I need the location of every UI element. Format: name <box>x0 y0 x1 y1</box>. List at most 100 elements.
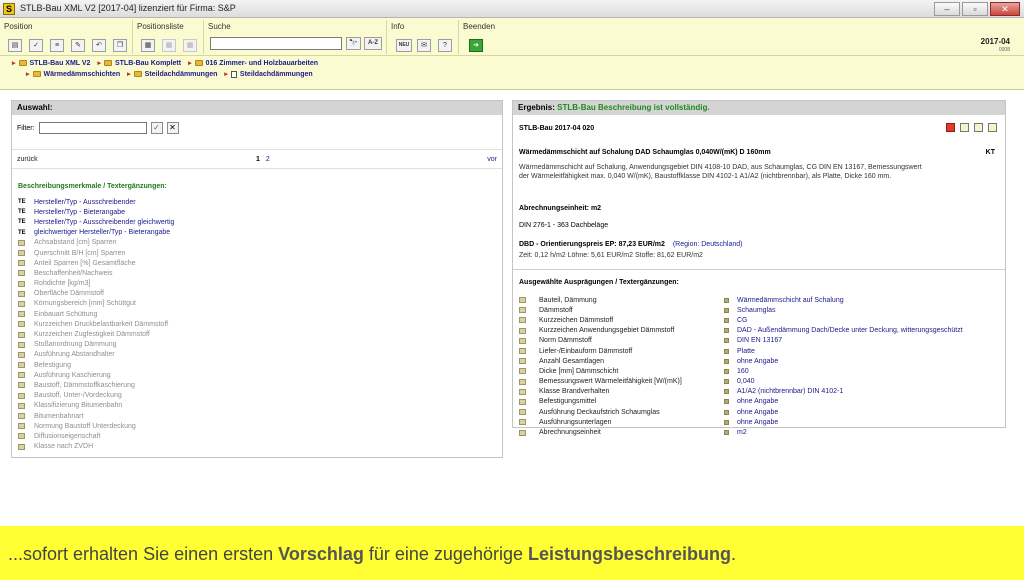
attribute-item[interactable]: Klasse nach ZVDH <box>18 442 498 452</box>
selected-value[interactable]: ohne Angabe <box>737 419 778 426</box>
binoculars-icon[interactable]: 🔭 <box>346 37 361 50</box>
next-link[interactable]: vor <box>487 156 497 163</box>
attribute-tag: TE <box>18 219 26 226</box>
attribute-item[interactable]: Klassifizierung Bitumenbahn <box>18 401 498 411</box>
list-copy-icon[interactable]: ▦ <box>162 39 176 52</box>
copy-icon[interactable]: ❐ <box>113 39 127 52</box>
attribute-item[interactable]: Baustoff, Dämmstoffkaschierung <box>18 380 498 390</box>
breadcrumb-item[interactable]: Wärmedämmschichten <box>44 71 121 78</box>
minimize-button[interactable]: – <box>934 2 960 16</box>
edit-value-icon[interactable] <box>519 429 526 436</box>
selected-value[interactable]: m2 <box>737 429 747 436</box>
undo-icon[interactable]: ↶ <box>92 39 106 52</box>
attribute-item[interactable]: Bitumenbahnart <box>18 411 498 421</box>
page-link[interactable]: 2 <box>266 156 270 163</box>
selected-value[interactable]: Platte <box>737 348 755 355</box>
selected-value[interactable]: 160 <box>737 368 749 375</box>
attribute-item[interactable]: Baustoff, Unter-/Vordeckung <box>18 391 498 401</box>
check-icon[interactable]: ✓ <box>29 39 43 52</box>
edit-value-icon[interactable] <box>519 368 526 375</box>
edit-value-icon[interactable] <box>519 378 526 385</box>
selected-value[interactable]: ohne Angabe <box>737 398 778 405</box>
edit-value-icon[interactable] <box>519 419 526 426</box>
edit-value-icon[interactable] <box>519 317 526 324</box>
attribute-item[interactable]: Ausführung Kaschierung <box>18 370 498 380</box>
attribute-item[interactable]: Rohdichte [kg/m3] <box>18 279 498 289</box>
breadcrumb-item[interactable]: STLB-Bau XML V2 <box>30 60 91 67</box>
attribute-item[interactable]: Anteil Sparren [%] Gesamtfläche <box>18 258 498 268</box>
maximize-button[interactable]: ▫ <box>962 2 988 16</box>
copy-text-icon[interactable] <box>974 123 983 132</box>
edit-value-icon[interactable] <box>519 337 526 344</box>
exit-icon[interactable]: ➜ <box>469 39 483 52</box>
edit-value-icon[interactable] <box>519 398 526 405</box>
help-icon[interactable]: ? <box>438 39 452 52</box>
mail-icon[interactable] <box>988 123 997 132</box>
selected-key: Kurzzeichen Dämmstoff <box>539 316 614 324</box>
selected-value[interactable]: 0,040 <box>737 378 755 385</box>
filter-input[interactable] <box>38 122 147 134</box>
attribute-item[interactable]: Ausführung Abstandhalter <box>18 350 498 360</box>
selected-value[interactable]: DIN EN 13167 <box>737 337 782 344</box>
edit-icon[interactable]: ✎ <box>71 39 85 52</box>
selected-value[interactable]: A1/A2 (nichtbrennbar) DIN 4102-1 <box>737 388 843 395</box>
edit-value-icon[interactable] <box>519 348 526 355</box>
attribute-item[interactable]: Normung Baustoff Unterdeckung <box>18 421 498 431</box>
edit-value-icon[interactable] <box>519 388 526 395</box>
selected-key: Befestigungsmittel <box>539 398 597 406</box>
region-link[interactable]: (Region: Deutschland) <box>673 241 743 248</box>
apply-filter-icon[interactable]: ✓ <box>150 122 163 134</box>
clear-filter-icon[interactable]: ✕ <box>166 122 179 134</box>
export-icon[interactable] <box>960 123 969 132</box>
list-add-icon[interactable]: ▦ <box>141 39 155 52</box>
marker-icon[interactable] <box>946 123 955 132</box>
mail-icon[interactable]: ✉ <box>417 39 431 52</box>
attribute-item[interactable]: Diffusionseigenschaft <box>18 431 498 441</box>
edit-value-icon[interactable] <box>519 327 526 334</box>
breadcrumb-item[interactable]: 016 Zimmer- und Holzbauarbeiten <box>206 60 318 67</box>
attribute-item[interactable]: Querschnitt B/H [cm] Sparren <box>18 248 498 258</box>
selected-row: Norm Dämmstoff DIN EN 13167 <box>519 336 999 346</box>
selected-value[interactable]: Schaumglas <box>737 307 776 314</box>
main-area: Auswahl: Filter: ✓ ✕ zurück 1 2 vor Besc… <box>0 91 1024 526</box>
back-link[interactable]: zurück <box>17 156 38 163</box>
attribute-item[interactable]: Befestigung <box>18 360 498 370</box>
selected-value[interactable]: Wärmedämmschicht auf Schalung <box>737 297 844 304</box>
breadcrumb-item[interactable]: STLB-Bau Komplett <box>115 60 181 67</box>
attribute-item[interactable]: TE Hersteller/Typ - Ausschreibender <box>18 197 498 207</box>
attribute-item[interactable]: Beschaffenheit/Nachweis <box>18 268 498 278</box>
edit-value-icon[interactable] <box>519 307 526 314</box>
selected-value[interactable]: DAD - Außendämmung Dach/Decke unter Deck… <box>737 327 963 334</box>
edit-value-icon[interactable] <box>519 297 526 304</box>
attribute-item[interactable]: TE gleichwertiger Hersteller/Typ - Bieter… <box>18 228 498 238</box>
attribute-item[interactable]: TE Hersteller/Typ - Bieterangabe <box>18 207 498 217</box>
attribute-item[interactable]: Einbauart Schüttung <box>18 309 498 319</box>
new-position-icon[interactable]: ▤ <box>8 39 22 52</box>
list-remove-icon[interactable]: ▦ <box>183 39 197 52</box>
attribute-item[interactable]: Oberfläche Dämmstoff <box>18 289 498 299</box>
attribute-icon <box>18 443 25 450</box>
attribute-item[interactable]: TE Hersteller/Typ - Ausschreibender gleic… <box>18 217 498 227</box>
selected-value[interactable]: CG <box>737 317 748 324</box>
attribute-item[interactable]: Kurzzeichen Druckbelastbarkeit Dämmstoff <box>18 319 498 329</box>
close-button[interactable]: ✕ <box>990 2 1020 16</box>
edit-value-icon[interactable] <box>519 409 526 416</box>
filter-row: Filter: ✓ ✕ <box>17 122 179 134</box>
folder-icon <box>103 60 112 66</box>
breadcrumb-item-current[interactable]: Steildachdämmungen <box>240 71 313 78</box>
attribute-label: Einbauart Schüttung <box>34 310 98 318</box>
attribute-label: Oberfläche Dämmstoff <box>34 290 104 298</box>
breadcrumb-item[interactable]: Steildachdämmungen <box>145 71 218 78</box>
attribute-item[interactable]: Achsabstand [cm] Sparren <box>18 238 498 248</box>
attribute-item[interactable]: Stoßanordnung Dämmung <box>18 340 498 350</box>
attribute-item[interactable]: Kurzzeichen Zugfestigkeit Dämmstoff <box>18 329 498 339</box>
selected-value[interactable]: ohne Angabe <box>737 409 778 416</box>
az-index-button[interactable]: A-Z <box>364 37 382 50</box>
attribute-item[interactable]: Körnungsbereich [mm] Schüttgut <box>18 299 498 309</box>
news-button[interactable]: NEU <box>396 39 412 52</box>
selected-value[interactable]: ohne Angabe <box>737 358 778 365</box>
edit-value-icon[interactable] <box>519 358 526 365</box>
breadcrumb-row-1: ▸ STLB-Bau XML V2 ▸ STLB-Bau Komplett ▸ … <box>12 59 318 68</box>
search-input[interactable] <box>210 37 342 50</box>
sort-icon[interactable]: ≡ <box>50 39 64 52</box>
